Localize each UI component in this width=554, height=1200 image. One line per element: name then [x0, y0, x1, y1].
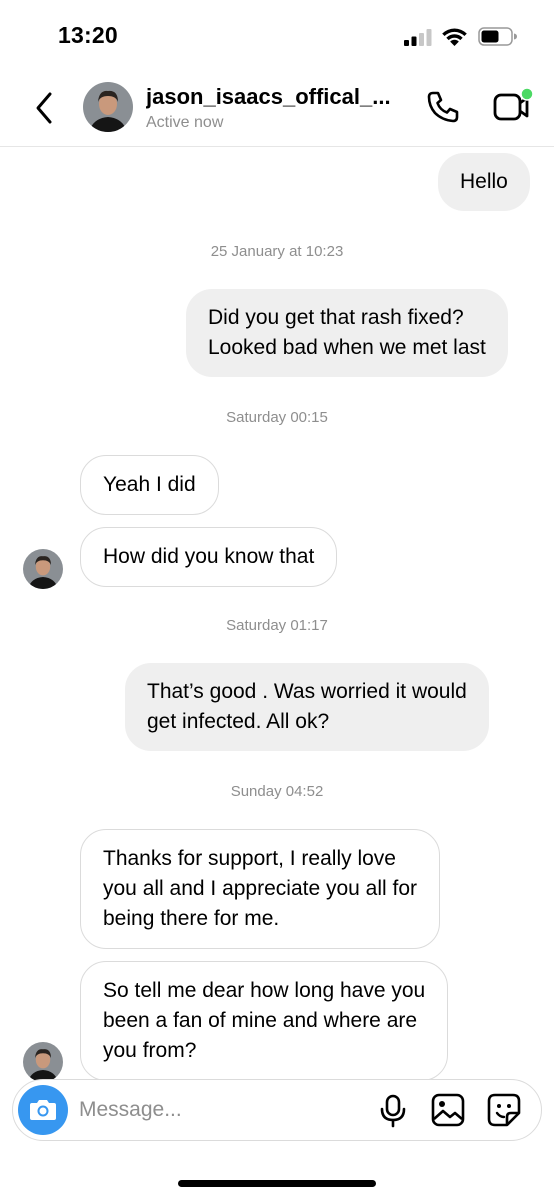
- avatar[interactable]: [23, 1042, 63, 1082]
- chat-header: jason_isaacs_offical_... Active now: [0, 70, 554, 147]
- avatar[interactable]: [23, 549, 63, 589]
- message-text-line: get infected. All ok?: [147, 710, 330, 733]
- message-text: Yeah I did: [103, 473, 196, 496]
- status-bar: 13:20: [0, 0, 554, 70]
- message-text-line: Did you get that rash fixed?: [208, 306, 464, 329]
- wifi-icon: [442, 28, 467, 46]
- timestamp: Saturday 01:17: [226, 617, 328, 634]
- message-text-line: That’s good . Was worried it would: [147, 680, 467, 703]
- phone-icon[interactable]: [424, 88, 462, 126]
- message-bubble-incoming[interactable]: How did you know that: [80, 527, 338, 587]
- chevron-left-icon[interactable]: [30, 88, 60, 128]
- message-text-line: So tell me dear how long have you: [103, 979, 426, 1002]
- message-thread[interactable]: Hello 25 January at 10:23 Did you get th…: [0, 147, 554, 1082]
- image-icon[interactable]: [431, 1093, 465, 1127]
- cellular-signal-icon: [404, 29, 432, 46]
- home-indicator: [178, 1180, 376, 1187]
- avatar[interactable]: [83, 82, 133, 132]
- message-bubble-outgoing[interactable]: Did you get that rash fixed? Looked bad …: [186, 289, 508, 377]
- message-text-line: being there for me.: [103, 907, 280, 930]
- message-bubble-incoming[interactable]: So tell me dear how long have you been a…: [80, 961, 449, 1081]
- message-text-line: Looked bad when we met last: [208, 336, 486, 359]
- message-input[interactable]: [79, 1092, 359, 1128]
- timestamp: Sunday 04:52: [230, 783, 324, 800]
- contact-name[interactable]: jason_isaacs_offical_...: [146, 84, 410, 110]
- message-text-line: been a fan of mine and where are: [103, 1009, 418, 1032]
- battery-icon: [478, 27, 517, 46]
- timestamp: 25 January at 10:23: [210, 243, 344, 260]
- message-bubble-incoming[interactable]: Thanks for support, I really love you al…: [80, 829, 441, 949]
- message-composer: [12, 1079, 542, 1141]
- video-camera-icon[interactable]: [492, 86, 534, 126]
- active-status: Active now: [146, 114, 224, 131]
- message-bubble-outgoing[interactable]: That’s good . Was worried it would get i…: [125, 663, 489, 751]
- microphone-icon[interactable]: [379, 1094, 407, 1128]
- message-bubble-outgoing[interactable]: Hello: [438, 153, 530, 211]
- message-text-line: you from?: [103, 1039, 197, 1062]
- camera-icon: [30, 1100, 56, 1120]
- timestamp: Saturday 00:15: [226, 409, 328, 426]
- sticker-icon[interactable]: [487, 1093, 521, 1127]
- status-time: 13:20: [58, 22, 118, 48]
- message-bubble-incoming[interactable]: Yeah I did: [80, 455, 219, 515]
- message-text-line: Thanks for support, I really love: [103, 847, 396, 870]
- message-text: Hello: [460, 170, 508, 193]
- message-text-line: you all and I appreciate you all for: [103, 877, 418, 900]
- camera-button[interactable]: [18, 1085, 68, 1135]
- message-text: How did you know that: [103, 545, 315, 568]
